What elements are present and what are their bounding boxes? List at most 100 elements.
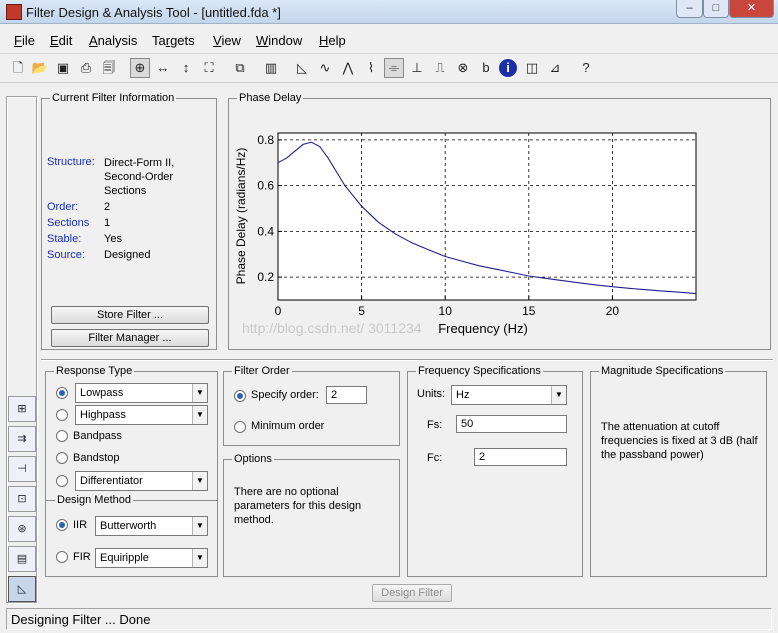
minimum-order-label: Minimum order	[251, 420, 325, 432]
store-filter-button[interactable]: Store Filter ...	[51, 306, 209, 324]
magnitude-specs-legend: Magnitude Specifications	[599, 365, 726, 377]
iir-radio[interactable]	[56, 519, 68, 531]
close-button[interactable]: ✕	[729, 0, 774, 18]
filter-coefficients-icon[interactable]: b	[476, 58, 496, 78]
phase-delay-legend: Phase Delay	[237, 92, 304, 104]
fir-radio[interactable]	[56, 551, 68, 563]
toolbar: 🗋 📂 ▣ ⎙ 🗐 ⊕ ↔ ↕ ⛶ ⧉ ▥ ◺ ∿ ⋀ ⌇ ⌯ ⊥ ⎍ ⊗ b …	[0, 55, 778, 83]
lowpass-select-value: Lowpass	[80, 387, 124, 399]
realize-model-icon[interactable]: ⊣	[8, 456, 36, 482]
minimum-order-radio[interactable]	[234, 421, 246, 433]
lowpass-select[interactable]: Lowpass ▼	[75, 383, 208, 403]
filter-order-legend: Filter Order	[232, 365, 292, 377]
differentiator-radio[interactable]	[56, 475, 68, 487]
sections-label: Sections	[47, 217, 90, 229]
impulse-response-icon[interactable]: ⊥	[407, 58, 427, 78]
minimize-button[interactable]: –	[676, 0, 703, 18]
highpass-select[interactable]: Highpass ▼	[75, 405, 208, 425]
current-filter-info-legend: Current Filter Information	[50, 92, 177, 104]
fs-label: Fs:	[427, 419, 443, 431]
create-multirate-icon[interactable]: ⇉	[8, 426, 36, 452]
y-axis-label: Phase Delay (radians/Hz)	[234, 148, 248, 285]
import-filter-icon[interactable]: ⊡	[8, 486, 36, 512]
menu-analysis[interactable]: Analysis	[89, 33, 137, 48]
y-tick-label: 0.2	[257, 270, 274, 284]
window-title: Filter Design & Analysis Tool - [untitle…	[26, 5, 281, 20]
transform-filter-icon[interactable]: ⊞	[8, 396, 36, 422]
filter-specs-icon[interactable]: ▥	[261, 58, 281, 78]
stable-label: Stable:	[47, 233, 82, 245]
specify-order-label: Specify order:	[251, 389, 319, 401]
magnitude-phase-icon[interactable]: ⋀	[338, 58, 358, 78]
iir-method-select[interactable]: Butterworth ▼	[95, 516, 208, 536]
new-icon[interactable]: 🗋	[8, 58, 28, 78]
set-quantization-icon[interactable]: ▤	[8, 546, 36, 572]
fs-input[interactable]: 50	[456, 415, 567, 433]
status-bar: Designing Filter ... Done	[6, 608, 772, 630]
fc-input[interactable]: 2	[474, 448, 567, 466]
design-filter-panel-icon[interactable]: ◺	[8, 576, 36, 602]
menu-edit[interactable]: Edit	[50, 33, 72, 48]
structure-value: Direct-Form II, Second-Order Sections	[104, 157, 175, 197]
menu-view[interactable]: View	[213, 33, 241, 48]
magnitude-specs-text: The attenuation at cutoff frequencies is…	[601, 421, 758, 461]
zoom-in-icon[interactable]: ⊕	[130, 58, 150, 78]
open-icon[interactable]: 📂	[30, 58, 50, 78]
filter-order-panel: Filter Order	[223, 365, 400, 446]
menu-bar: File Edit Analysis Targets View Window H…	[0, 28, 778, 54]
filter-manager-button[interactable]: Filter Manager ...	[51, 329, 209, 347]
sections-value: 1	[104, 217, 111, 229]
full-view-icon[interactable]: ⛶	[199, 58, 219, 78]
lowpass-radio[interactable]	[56, 387, 68, 399]
pole-zero-editor-icon[interactable]: ⊛	[8, 516, 36, 542]
title-bar: Filter Design & Analysis Tool - [untitle…	[0, 0, 778, 24]
zoom-y-icon[interactable]: ↕	[176, 58, 196, 78]
maximize-button[interactable]: □	[703, 0, 729, 18]
highpass-select-value: Highpass	[80, 409, 126, 421]
step-response-icon[interactable]: ⎍	[430, 58, 450, 78]
response-type-legend: Response Type	[54, 365, 135, 377]
menu-help[interactable]: Help	[319, 33, 346, 48]
print-preview-icon[interactable]: 🗐	[99, 58, 119, 78]
x-tick-label: 10	[439, 304, 453, 318]
save-icon[interactable]: ▣	[53, 58, 73, 78]
chevron-down-icon: ▼	[192, 406, 207, 424]
order-value: 2	[104, 201, 111, 213]
menu-file[interactable]: File	[14, 33, 35, 48]
zoom-x-icon[interactable]: ↔	[153, 58, 173, 78]
fir-method-value: Equiripple	[100, 552, 149, 564]
phase-response-icon[interactable]: ∿	[315, 58, 335, 78]
specify-order-radio[interactable]	[234, 390, 246, 402]
bandpass-radio[interactable]	[56, 430, 68, 442]
y-tick-label: 0.8	[257, 133, 274, 147]
phase-delay-icon[interactable]: ⌯	[384, 58, 404, 78]
x-tick-label: 15	[522, 304, 536, 318]
status-text: Designing Filter ... Done	[11, 612, 151, 627]
pole-zero-icon[interactable]: ⊗	[453, 58, 473, 78]
whats-this-icon[interactable]: ?	[576, 58, 596, 78]
phase-delay-chart: 0 5 10 15 20 0.2 0.4 0.6 0.8 Frequency (Hz) Phas…	[234, 132, 697, 336]
fc-label: Fc:	[427, 452, 443, 464]
matlab-app-icon	[6, 4, 22, 20]
magnitude-response-icon[interactable]: ◺	[292, 58, 312, 78]
y-tick-label: 0.6	[257, 179, 274, 193]
bandpass-label: Bandpass	[73, 430, 122, 442]
bandstop-radio[interactable]	[56, 452, 68, 464]
design-filter-button[interactable]: Design Filter	[372, 584, 452, 602]
magnitude-estimate-icon[interactable]: ◫	[522, 58, 542, 78]
fir-method-select[interactable]: Equiripple ▼	[95, 548, 208, 568]
highpass-radio[interactable]	[56, 409, 68, 421]
order-input[interactable]: 2	[326, 386, 367, 404]
filter-information-icon[interactable]: i	[499, 59, 517, 77]
menu-window[interactable]: Window	[256, 33, 302, 48]
differentiator-select[interactable]: Differentiator ▼	[75, 471, 208, 491]
x-tick-label: 0	[275, 304, 282, 318]
print-icon[interactable]: ⎙	[76, 58, 96, 78]
units-select[interactable]: Hz ▼	[451, 385, 567, 405]
chevron-down-icon: ▼	[192, 384, 207, 402]
chevron-down-icon: ▼	[192, 517, 207, 535]
group-delay-icon[interactable]: ⌇	[361, 58, 381, 78]
copy-icon[interactable]: ⧉	[230, 58, 250, 78]
menu-targets[interactable]: Targets	[152, 33, 195, 48]
round-off-noise-icon[interactable]: ⊿	[545, 58, 565, 78]
